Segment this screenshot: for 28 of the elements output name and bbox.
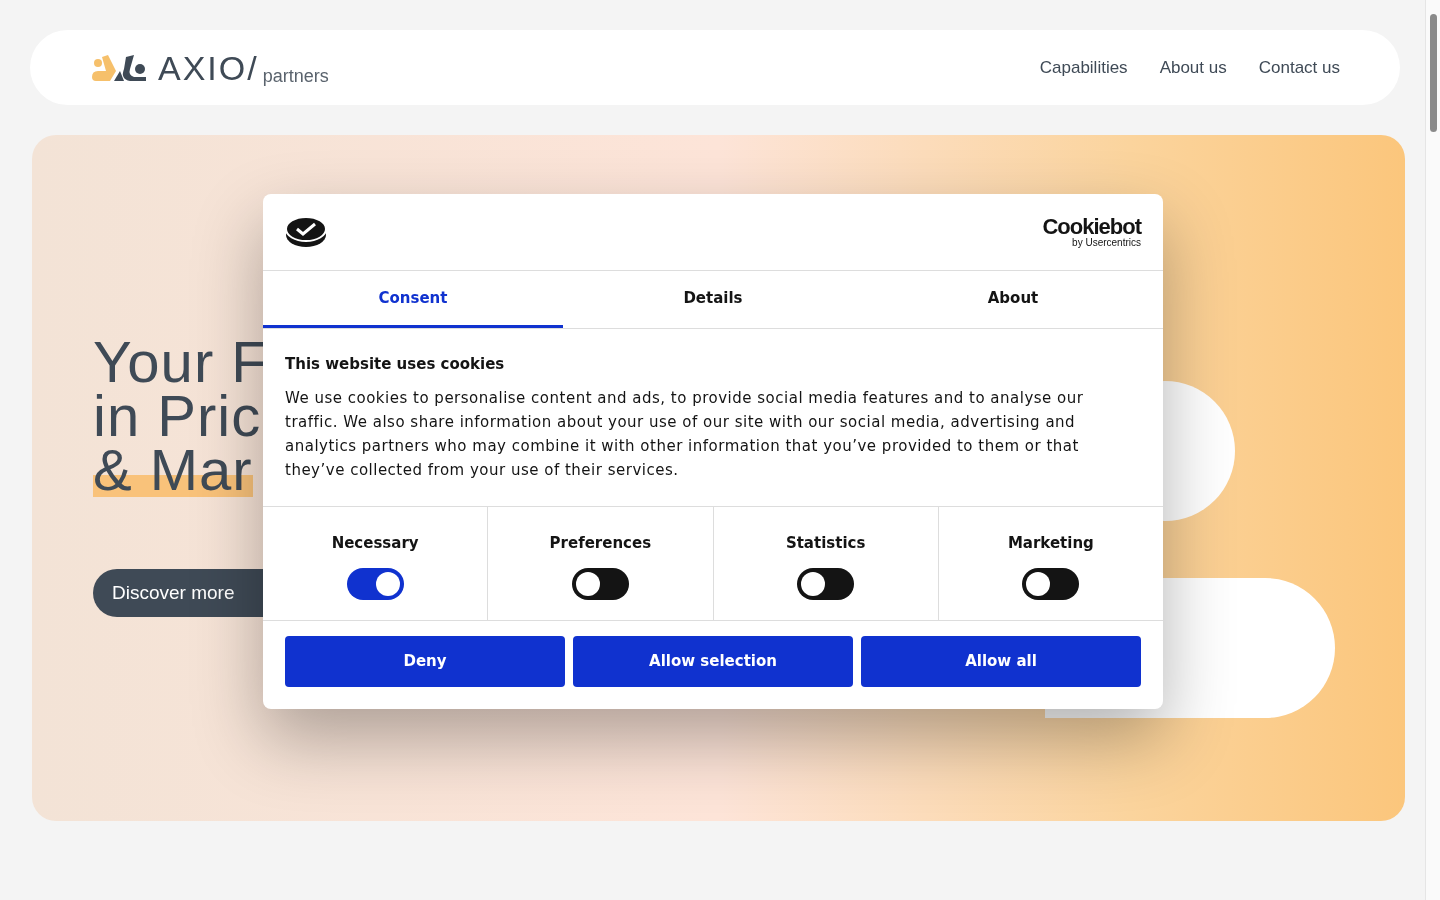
category-label: Preferences <box>549 532 652 554</box>
brand-name: Cookiebot <box>1042 216 1141 238</box>
nav-link[interactable]: About us <box>1159 54 1227 81</box>
dialog-tab[interactable]: About <box>863 271 1163 328</box>
category-toggle[interactable] <box>571 568 629 600</box>
dialog-title: This website uses cookies <box>285 354 506 375</box>
logo-wordmark: AXIO/ <box>158 50 259 85</box>
consent-button[interactable]: Allow selection <box>573 635 853 687</box>
consent-button[interactable]: Deny <box>285 635 565 687</box>
cookie-check-icon <box>285 216 327 248</box>
nav-link[interactable]: Contact us <box>1258 54 1340 81</box>
category-toggle[interactable] <box>1022 568 1080 600</box>
dialog-tab[interactable]: Consent <box>263 271 563 328</box>
consent-button[interactable]: Allow all <box>861 635 1141 687</box>
brand-byline: by Usercentrics <box>1072 238 1141 248</box>
category-label: Statistics <box>785 532 866 554</box>
nav-link[interactable]: Capabilities <box>1039 54 1128 81</box>
logo-subtitle: partners <box>262 66 329 85</box>
category-toggle[interactable] <box>797 568 855 600</box>
category-toggle[interactable] <box>346 568 404 600</box>
scrollbar-thumb[interactable] <box>1429 14 1437 132</box>
scrollbar[interactable] <box>1425 0 1440 900</box>
hero-headline-line: in Pric <box>93 389 262 443</box>
category-label: Necessary <box>331 532 419 554</box>
hero-headline-line: Your F <box>93 335 268 389</box>
dialog-body: We use cookies to personalise content and ads, to provide social media features and to analyse our traffic. We also share information about your use of our site with our social media, advertising and analytics partners who may combine it with other information that you’ve provided to them or that they’ve collected from your use of their services. <box>285 387 1085 481</box>
category-label: Marketing <box>1007 532 1094 554</box>
dialog-tab[interactable]: Details <box>563 271 863 328</box>
